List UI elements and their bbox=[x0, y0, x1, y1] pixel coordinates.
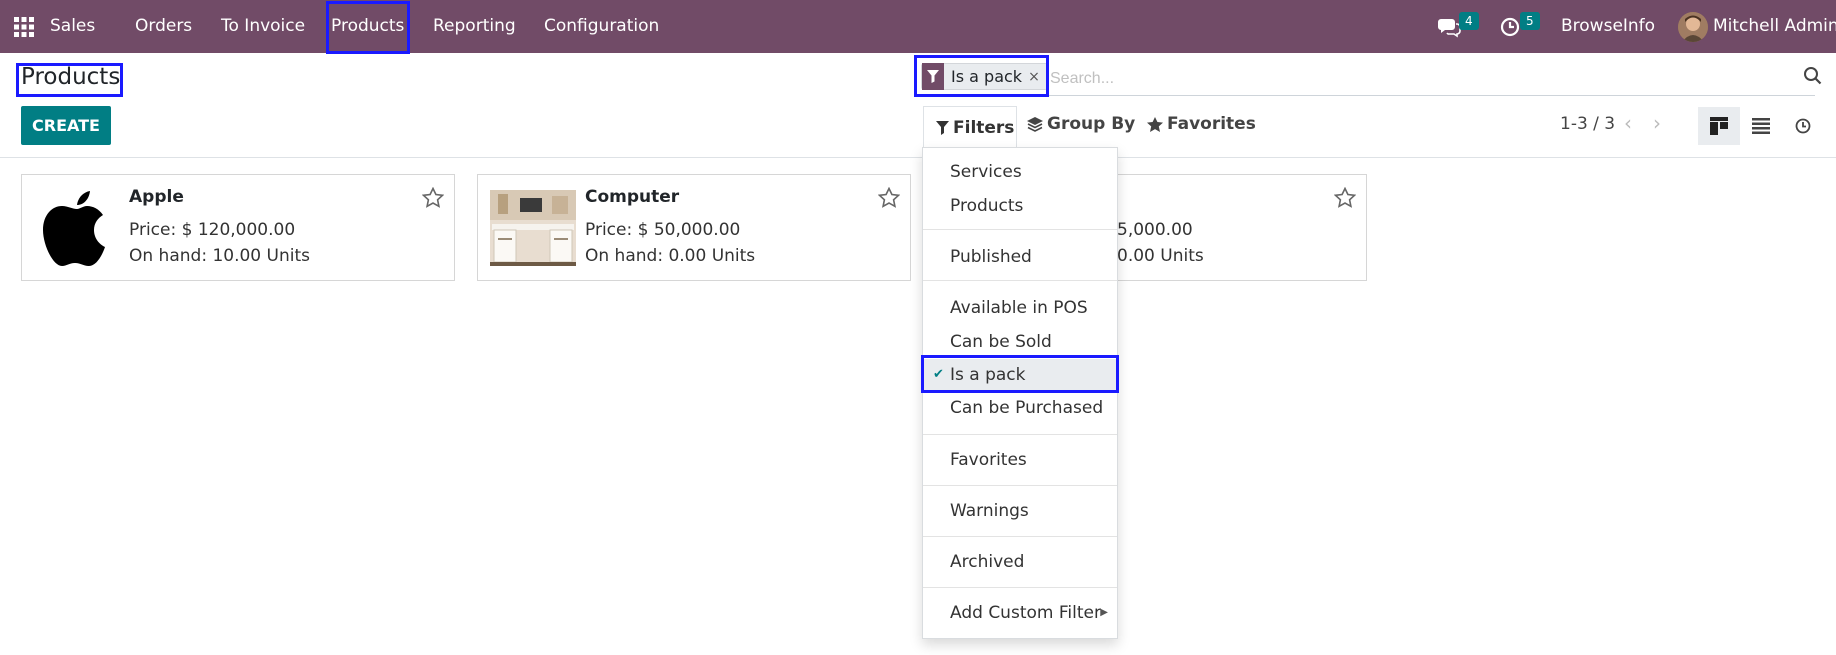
list-icon bbox=[1752, 118, 1770, 134]
filter-can-be-purchased[interactable]: Can be Purchased bbox=[923, 392, 1117, 424]
kanban-view-button[interactable] bbox=[1698, 107, 1740, 145]
favorite-star-icon[interactable] bbox=[421, 186, 445, 213]
pager-value[interactable]: 1-3 / 3 bbox=[1560, 114, 1615, 134]
dropdown-divider bbox=[923, 229, 1117, 230]
user-menu[interactable]: Mitchell Admin bbox=[1713, 0, 1836, 53]
products-menu-highlight bbox=[326, 1, 410, 54]
dropdown-divider bbox=[923, 434, 1117, 435]
search-icon[interactable] bbox=[1803, 66, 1822, 90]
computer-desk-image bbox=[490, 187, 576, 269]
kanban-icon bbox=[1710, 117, 1728, 135]
product-price: 5,000.00 bbox=[1117, 220, 1193, 240]
product-on-hand: On hand: 10.00 Units bbox=[129, 246, 310, 266]
product-price: Price: $ 50,000.00 bbox=[585, 220, 741, 240]
filter-products[interactable]: Products bbox=[923, 190, 1117, 222]
filter-icon bbox=[936, 120, 949, 135]
search-input[interactable] bbox=[1050, 66, 1790, 92]
product-card[interactable]: Apple Price: $ 120,000.00 On hand: 10.00… bbox=[21, 174, 455, 281]
pager-next-icon[interactable]: › bbox=[1653, 111, 1661, 135]
product-price: Price: $ 120,000.00 bbox=[129, 220, 296, 240]
filter-favorites[interactable]: Favorites bbox=[923, 444, 1117, 476]
caret-right-icon: ▶ bbox=[1100, 607, 1108, 618]
product-on-hand: On hand: 0.00 Units bbox=[585, 246, 756, 266]
dropdown-divider bbox=[923, 485, 1117, 486]
filter-can-be-sold[interactable]: Can be Sold bbox=[923, 326, 1117, 358]
dropdown-divider bbox=[923, 587, 1117, 588]
menu-orders[interactable]: Orders bbox=[135, 0, 192, 53]
product-name: Computer bbox=[585, 187, 680, 207]
filters-label: Filters bbox=[953, 117, 1015, 138]
filters-toggle-button[interactable]: Filters bbox=[923, 106, 1017, 148]
favorites-label: Favorites bbox=[1167, 114, 1256, 134]
dropdown-divider bbox=[923, 536, 1117, 537]
apple-logo-image bbox=[34, 187, 120, 269]
create-button[interactable]: CREATE bbox=[21, 106, 111, 145]
product-card[interactable]: Computer Price: $ 50,000.00 On hand: 0.0… bbox=[477, 174, 911, 281]
filter-published[interactable]: Published bbox=[923, 241, 1117, 273]
favorite-star-icon[interactable] bbox=[1333, 186, 1357, 213]
group-by-label: Group By bbox=[1047, 114, 1136, 134]
is-a-pack-highlight bbox=[921, 355, 1119, 393]
star-icon bbox=[1147, 116, 1163, 132]
filter-warnings[interactable]: Warnings bbox=[923, 495, 1117, 527]
activity-view-button[interactable] bbox=[1782, 107, 1824, 145]
product-name: Apple bbox=[129, 187, 184, 207]
filters-dropdown-menu: Services Products Published Available in… bbox=[922, 147, 1118, 639]
filter-services[interactable]: Services bbox=[923, 156, 1117, 188]
clock-icon bbox=[1795, 118, 1811, 134]
menu-reporting[interactable]: Reporting bbox=[433, 0, 516, 53]
app-menu-grid-icon[interactable] bbox=[14, 0, 36, 53]
add-custom-filter[interactable]: Add Custom Filter ▶ bbox=[923, 597, 1117, 629]
activities-count-badge: 5 bbox=[1520, 12, 1540, 30]
favorite-star-icon[interactable] bbox=[877, 186, 901, 213]
group-by-toggle-button[interactable]: Group By bbox=[1027, 114, 1135, 134]
product-on-hand: 0.00 Units bbox=[1117, 246, 1204, 266]
list-view-button[interactable] bbox=[1740, 107, 1782, 145]
app-name[interactable]: Sales bbox=[50, 0, 95, 53]
chat-icon bbox=[1438, 19, 1461, 38]
user-avatar[interactable] bbox=[1678, 12, 1708, 42]
dropdown-divider bbox=[923, 280, 1117, 281]
pager-previous-icon[interactable]: ‹ bbox=[1624, 111, 1632, 135]
messages-count-badge: 4 bbox=[1459, 12, 1479, 30]
filter-available-in-pos[interactable]: Available in POS bbox=[923, 292, 1117, 324]
add-custom-filter-label: Add Custom Filter bbox=[950, 603, 1101, 623]
favorites-toggle-button[interactable]: Favorites bbox=[1147, 114, 1256, 134]
layers-icon bbox=[1027, 116, 1043, 132]
search-facet-highlight bbox=[914, 55, 1049, 97]
top-navbar: Sales Orders To Invoice Products Reporti… bbox=[0, 0, 1836, 53]
filter-archived[interactable]: Archived bbox=[923, 546, 1117, 578]
page-title-highlight bbox=[16, 63, 123, 97]
company-switcher[interactable]: BrowseInfo bbox=[1561, 0, 1655, 53]
menu-to-invoice[interactable]: To Invoice bbox=[221, 0, 305, 53]
control-panel-divider bbox=[0, 157, 1836, 158]
menu-configuration[interactable]: Configuration bbox=[544, 0, 659, 53]
clock-icon bbox=[1500, 17, 1520, 37]
